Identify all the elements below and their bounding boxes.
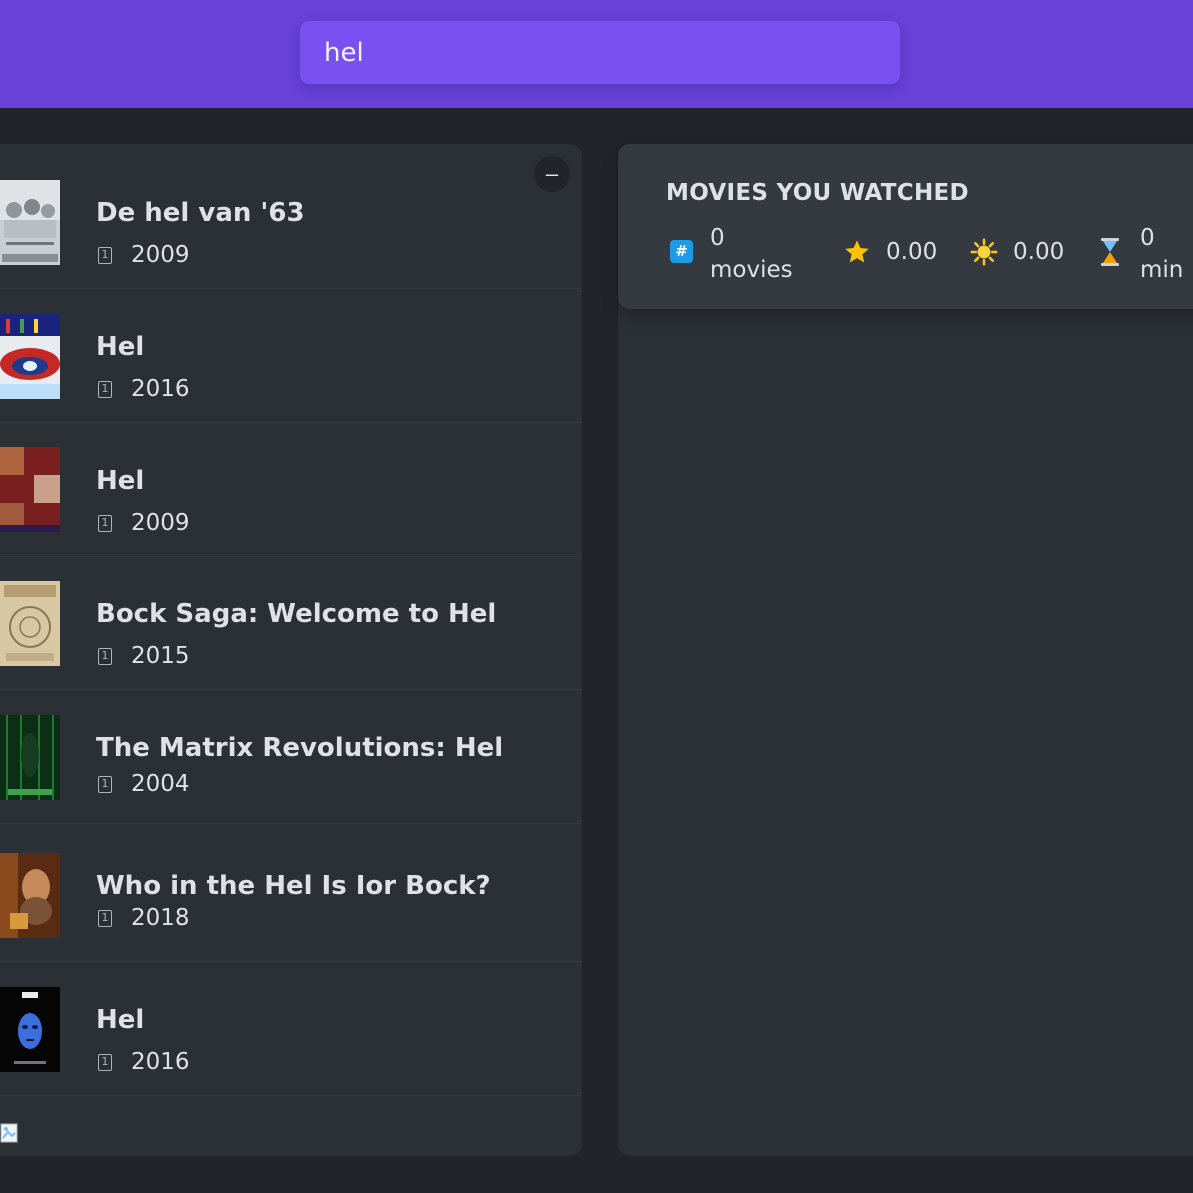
movie-year: 2015 — [131, 643, 190, 669]
movie-year: 2016 — [131, 376, 190, 402]
calendar-icon: 1 — [98, 515, 112, 532]
sun-star-icon — [970, 238, 998, 270]
search-input[interactable] — [300, 21, 900, 84]
movie-title: Who in the Hel Is Ior Bock? — [96, 871, 491, 901]
movie-count-unit: movies — [710, 257, 793, 283]
movie-count-stat: 0 movies — [710, 222, 793, 283]
broken-image-icon — [0, 1123, 24, 1157]
movie-year: 2018 — [131, 905, 190, 931]
movie-title: De hel van '63 — [96, 198, 305, 228]
movie-item[interactable]: De hel van '63 1 2009 — [0, 156, 582, 289]
movie-poster — [0, 180, 60, 265]
movie-item[interactable]: Hel 1 2016 — [0, 290, 582, 423]
movie-poster — [0, 987, 60, 1072]
calendar-icon: 1 — [98, 381, 112, 398]
runtime-stat: 0 min — [1140, 222, 1183, 283]
runtime-unit: min — [1140, 257, 1184, 283]
movie-poster — [0, 447, 60, 532]
calendar-icon: 1 — [98, 776, 112, 793]
movie-year: 2004 — [131, 771, 190, 797]
navbar — [0, 0, 1193, 108]
movie-count-value: 0 — [710, 225, 725, 251]
calendar-icon: 1 — [98, 1054, 112, 1071]
movie-item[interactable]: Hel 1 2009 — [0, 424, 582, 557]
movie-item[interactable]: Bock Saga: Welcome to Hel 1 2015 — [0, 557, 582, 690]
movie-item[interactable]: The Matrix Revolutions: Hel 1 2004 — [0, 691, 582, 824]
movie-title: Bock Saga: Welcome to Hel — [96, 599, 497, 629]
imdb-rating-value: 0.00 — [886, 239, 938, 265]
calendar-icon: 1 — [98, 648, 112, 665]
movie-poster — [0, 314, 60, 399]
movie-poster — [0, 853, 60, 938]
movie-year: 2009 — [131, 242, 190, 268]
movie-year: 2016 — [131, 1049, 190, 1075]
movie-poster — [0, 581, 60, 666]
runtime-value: 0 — [1140, 225, 1155, 251]
movie-title: Hel — [96, 466, 145, 496]
movie-item[interactable]: Hel 1 2016 — [0, 963, 582, 1096]
hourglass-icon — [1099, 237, 1121, 271]
movie-title: The Matrix Revolutions: Hel — [96, 733, 504, 763]
movie-poster — [0, 715, 60, 800]
user-rating-value: 0.00 — [1013, 239, 1065, 265]
summary-title: MOVIES YOU WATCHED — [666, 180, 969, 206]
star-icon — [843, 238, 871, 270]
hash-icon: # — [670, 240, 693, 263]
movie-item[interactable]: Who in the Hel Is Ior Bock? 1 2018 — [0, 829, 582, 962]
movie-title: Hel — [96, 332, 145, 362]
watched-summary: MOVIES YOU WATCHED # 0 movies 0.00 0.00 — [618, 144, 1193, 309]
calendar-icon: 1 — [98, 910, 112, 927]
movie-title: Hel — [96, 1005, 145, 1035]
movie-year: 2009 — [131, 510, 190, 536]
calendar-icon: 1 — [98, 247, 112, 264]
